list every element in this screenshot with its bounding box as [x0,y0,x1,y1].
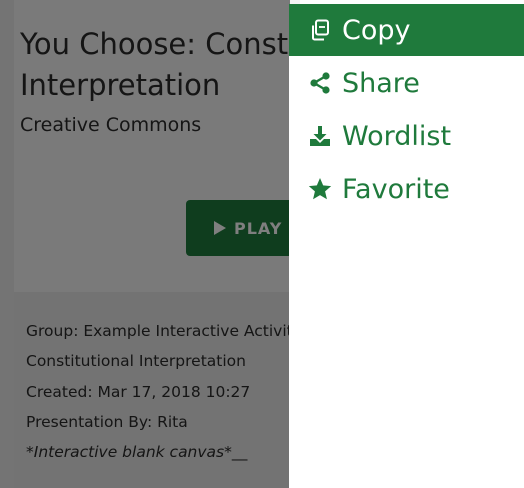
modal-backdrop[interactable] [0,0,290,488]
menu-item-label: Wordlist [342,120,452,152]
copy-icon [306,16,334,44]
menu-item-share[interactable]: Share [289,57,524,109]
menu-item-label: Copy [342,14,411,46]
share-icon [306,69,334,97]
menu-item-favorite[interactable]: Favorite [289,163,524,215]
menu-item-label: Favorite [342,173,450,205]
stage: You Choose: Constitutional Interpretatio… [0,0,524,488]
menu-item-copy[interactable]: Copy [289,4,524,56]
actions-menu: Copy Share Wordlist Favorite [289,4,524,488]
menu-item-label: Share [342,67,420,99]
menu-item-wordlist[interactable]: Wordlist [289,110,524,162]
download-icon [306,122,334,150]
star-icon [306,175,334,203]
